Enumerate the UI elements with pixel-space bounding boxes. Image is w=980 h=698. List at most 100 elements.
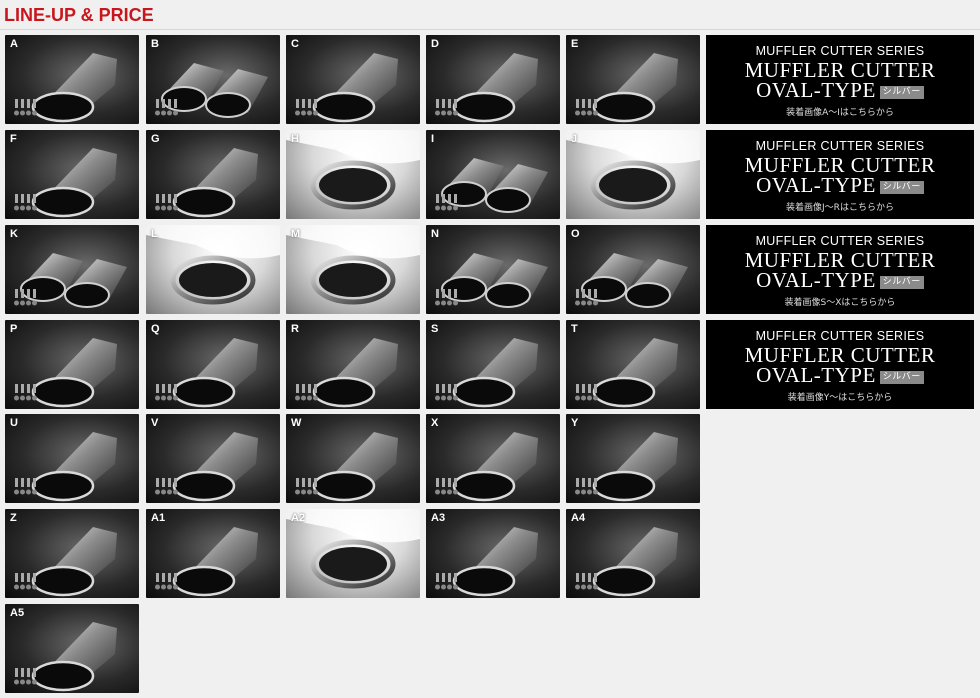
banner-link-note[interactable]: 装着画像Y～はこちらから xyxy=(706,390,974,403)
muffler-tip-icon xyxy=(172,338,258,408)
product-tile[interactable]: V xyxy=(146,414,280,503)
banner-type-text: OVAL-TYPE xyxy=(756,268,876,292)
mounting-bolts-icon xyxy=(155,384,178,401)
product-tile[interactable]: I xyxy=(426,130,560,219)
product-label: J xyxy=(571,133,578,145)
banner-title-line2: OVAL-TYPE シルバー xyxy=(706,80,974,101)
product-tile[interactable]: X xyxy=(426,414,560,503)
product-tile[interactable]: Z xyxy=(5,509,139,598)
product-tile[interactable]: G xyxy=(146,130,280,219)
product-tile[interactable]: K xyxy=(5,225,139,314)
color-badge: シルバー xyxy=(879,370,924,384)
product-tile[interactable]: O xyxy=(566,225,700,314)
product-tile[interactable]: A1 xyxy=(146,509,280,598)
product-label: I xyxy=(431,133,435,145)
color-badge: シルバー xyxy=(879,275,924,289)
mounting-bolts-icon xyxy=(14,194,37,211)
product-label: A2 xyxy=(291,512,306,524)
muffler-tip-icon xyxy=(31,53,117,123)
product-tile[interactable]: A5 xyxy=(5,604,139,693)
banner-link-note[interactable]: 装着画像J～Rはこちらから xyxy=(706,200,974,213)
muffler-tip-icon xyxy=(312,53,398,123)
banner-link-note[interactable]: 装着画像S～Xはこちらから xyxy=(706,295,974,308)
mounting-bolts-icon xyxy=(435,99,458,116)
product-label: C xyxy=(291,38,299,50)
muffler-tip-icon xyxy=(592,338,678,408)
product-tile[interactable]: Y xyxy=(566,414,700,503)
product-label: A3 xyxy=(431,512,446,524)
product-tile[interactable]: B xyxy=(146,35,280,124)
product-label: H xyxy=(291,133,299,145)
mounting-bolts-icon xyxy=(575,478,598,495)
product-label: A4 xyxy=(571,512,586,524)
product-tile[interactable]: S xyxy=(426,320,560,409)
banner-series-text: MUFFLER CUTTER SERIES xyxy=(755,234,925,248)
product-tile[interactable]: M xyxy=(286,225,420,314)
product-label: W xyxy=(291,417,302,429)
product-tile[interactable]: N xyxy=(426,225,560,314)
product-tile[interactable]: A xyxy=(5,35,139,124)
product-label: N xyxy=(431,228,439,240)
mounting-bolts-icon xyxy=(155,194,178,211)
banner-series-text: MUFFLER CUTTER SERIES xyxy=(755,139,925,153)
product-label: K xyxy=(10,228,18,240)
mounting-bolts-icon xyxy=(575,573,598,590)
product-tile[interactable]: U xyxy=(5,414,139,503)
mounting-bolts-icon xyxy=(295,384,318,401)
muffler-tip-icon xyxy=(312,338,398,408)
product-tile[interactable]: A4 xyxy=(566,509,700,598)
product-tile[interactable]: A2 xyxy=(286,509,420,598)
muffler-tip-icon xyxy=(592,53,678,123)
dual-muffler-tip-icon xyxy=(161,63,268,118)
muffler-cutter-banner[interactable]: MUFFLER CUTTER SERIES MUFFLER CUTTER OVAL-… xyxy=(706,320,974,409)
product-label: Z xyxy=(10,512,17,524)
muffler-tip-icon xyxy=(452,432,538,502)
product-tile[interactable]: W xyxy=(286,414,420,503)
product-label: G xyxy=(151,133,160,145)
banner-series-text: MUFFLER CUTTER SERIES xyxy=(755,44,925,58)
banner-title-line2: OVAL-TYPE シルバー xyxy=(706,365,974,386)
product-label: Q xyxy=(151,323,160,335)
product-tile[interactable]: L xyxy=(146,225,280,314)
mounting-bolts-icon xyxy=(14,384,37,401)
product-tile[interactable]: Q xyxy=(146,320,280,409)
product-label: A1 xyxy=(151,512,166,524)
product-label: P xyxy=(10,323,18,335)
product-tile[interactable]: J xyxy=(566,130,700,219)
banner-link-note[interactable]: 装着画像A～Iはこちらから xyxy=(706,105,974,118)
product-label: R xyxy=(291,323,299,335)
product-label: M xyxy=(291,228,301,240)
product-label: B xyxy=(151,38,159,50)
product-label: T xyxy=(571,323,578,335)
dual-muffler-tip-icon xyxy=(581,253,688,308)
product-tile[interactable]: P xyxy=(5,320,139,409)
mounting-bolts-icon xyxy=(155,478,178,495)
muffler-tip-icon xyxy=(172,148,258,218)
muffler-tip-icon xyxy=(452,527,538,597)
product-label: Y xyxy=(571,417,579,429)
muffler-tip-icon xyxy=(312,432,398,502)
product-label: L xyxy=(151,228,158,240)
product-label: E xyxy=(571,38,579,50)
product-label: X xyxy=(431,417,439,429)
product-tile[interactable]: R xyxy=(286,320,420,409)
muffler-cutter-banner[interactable]: MUFFLER CUTTER SERIES MUFFLER CUTTER OVAL-… xyxy=(706,130,974,219)
product-label: F xyxy=(10,133,17,145)
product-tile[interactable]: F xyxy=(5,130,139,219)
product-tile[interactable]: C xyxy=(286,35,420,124)
product-tile[interactable]: D xyxy=(426,35,560,124)
dual-muffler-tip-icon xyxy=(20,253,127,308)
muffler-tip-icon xyxy=(452,53,538,123)
muffler-tip-icon xyxy=(31,432,117,502)
color-badge: シルバー xyxy=(879,180,924,194)
product-label: S xyxy=(431,323,439,335)
product-tile[interactable]: A3 xyxy=(426,509,560,598)
muffler-cutter-banner[interactable]: MUFFLER CUTTER SERIES MUFFLER CUTTER OVAL-… xyxy=(706,225,974,314)
product-tile[interactable]: T xyxy=(566,320,700,409)
mounting-bolts-icon xyxy=(575,99,598,116)
muffler-tip-icon xyxy=(592,432,678,502)
muffler-cutter-banner[interactable]: MUFFLER CUTTER SERIES MUFFLER CUTTER OVAL-… xyxy=(706,35,974,124)
banner-type-text: OVAL-TYPE xyxy=(756,78,876,102)
product-tile[interactable]: E xyxy=(566,35,700,124)
product-tile[interactable]: H xyxy=(286,130,420,219)
